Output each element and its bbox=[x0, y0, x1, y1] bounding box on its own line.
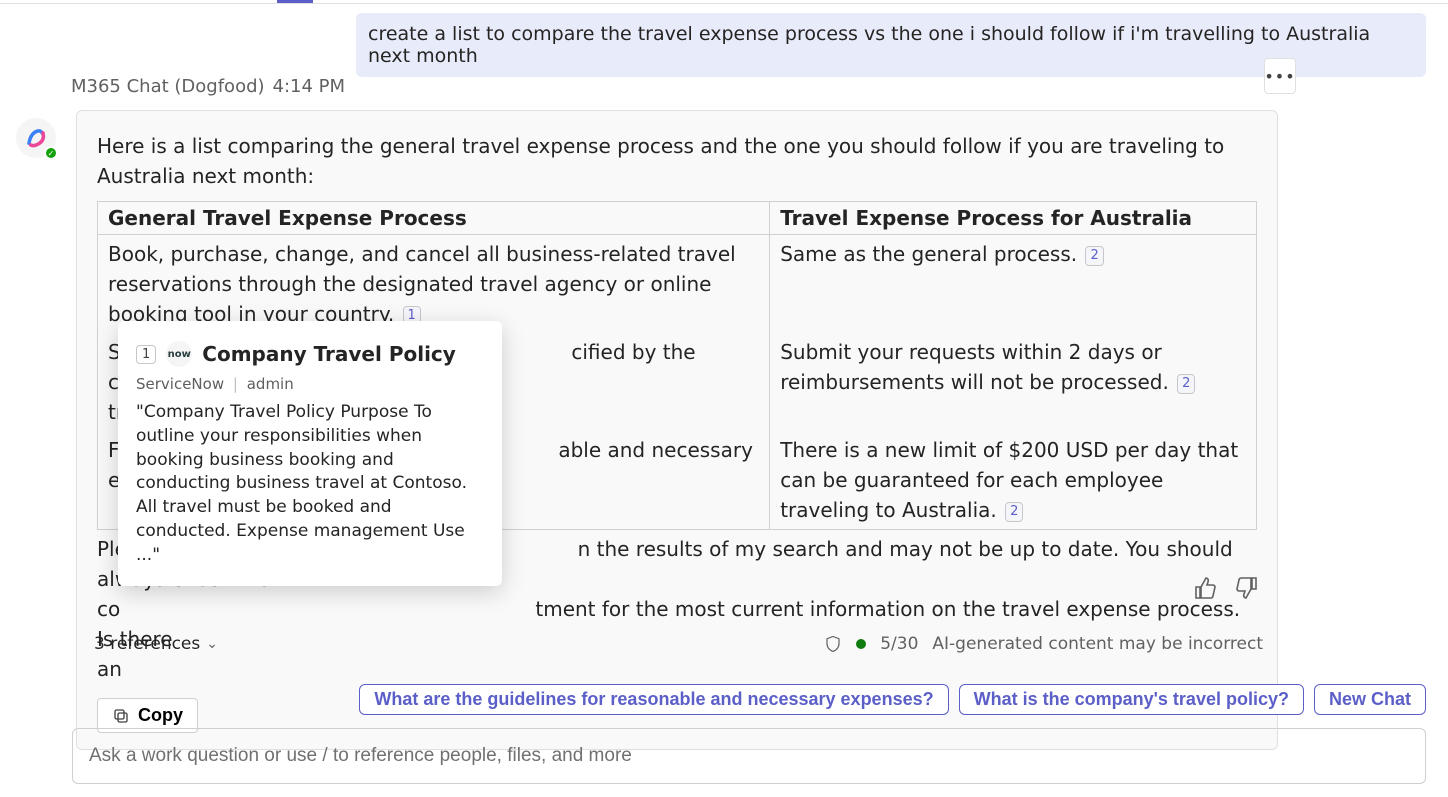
citation-chip[interactable]: 2 bbox=[1005, 502, 1023, 522]
user-message-text: create a list to compare the travel expe… bbox=[368, 23, 1370, 67]
citation-chip[interactable]: 2 bbox=[1177, 374, 1195, 394]
status-dot-icon bbox=[856, 639, 866, 649]
thumbs-down-icon[interactable] bbox=[1234, 576, 1258, 600]
table-header-right: Travel Expense Process for Australia bbox=[770, 202, 1257, 235]
citation-snippet: "Company Travel Policy Purpose To outlin… bbox=[136, 401, 484, 568]
assistant-name: M365 Chat (Dogfood) bbox=[71, 76, 265, 97]
compose-box[interactable] bbox=[72, 728, 1426, 784]
copilot-logo-icon: ✓ bbox=[16, 118, 56, 158]
citation-tooltip-card: 1 now Company Travel Policy ServiceNow |… bbox=[118, 321, 502, 586]
response-intro: Here is a list comparing the general tra… bbox=[97, 131, 1257, 191]
presence-badge: ✓ bbox=[44, 146, 58, 160]
suggestion-chip[interactable]: What is the company's travel policy? bbox=[959, 684, 1304, 715]
table-row: Book, purchase, change, and cancel all b… bbox=[98, 235, 1257, 334]
response-footer: 3 references ⌄ 5/30 AI-generated content… bbox=[94, 634, 1263, 654]
ai-notice: AI-generated content may be incorrect bbox=[932, 634, 1263, 654]
citation-chip[interactable]: 2 bbox=[1085, 246, 1103, 266]
references-label: 3 references bbox=[94, 634, 200, 654]
assistant-time: 4:14 PM bbox=[273, 76, 346, 97]
compose-input[interactable] bbox=[89, 745, 1409, 767]
citation-author: admin bbox=[247, 375, 294, 393]
shield-icon[interactable] bbox=[824, 635, 842, 653]
citation-title[interactable]: Company Travel Policy bbox=[202, 342, 456, 366]
more-actions-button[interactable]: ••• bbox=[1264, 58, 1296, 94]
citation-meta: ServiceNow | admin bbox=[136, 375, 484, 393]
citation-number: 1 bbox=[136, 345, 156, 364]
references-toggle[interactable]: 3 references ⌄ bbox=[94, 634, 218, 654]
top-divider bbox=[0, 3, 1448, 4]
feedback-buttons bbox=[1194, 576, 1258, 600]
table-header-left: General Travel Expense Process bbox=[98, 202, 770, 235]
new-chat-button[interactable]: New Chat bbox=[1314, 684, 1426, 715]
suggestion-row: What are the guidelines for reasonable a… bbox=[76, 684, 1426, 715]
servicenow-logo-icon: now bbox=[166, 341, 192, 367]
assistant-header: M365 Chat (Dogfood) 4:14 PM bbox=[71, 76, 345, 97]
cell-text: Same as the general process. bbox=[780, 242, 1077, 266]
suggestion-chip[interactable]: What are the guidelines for reasonable a… bbox=[359, 684, 948, 715]
cell-text: Submit your requests within 2 days or re… bbox=[780, 340, 1169, 394]
more-dots-icon: ••• bbox=[1264, 67, 1295, 86]
thumbs-up-icon[interactable] bbox=[1194, 576, 1218, 600]
usage-counter: 5/30 bbox=[880, 634, 918, 654]
cell-text-partial: able and necessary bbox=[558, 438, 753, 462]
cell-text: Book, purchase, change, and cancel all b… bbox=[108, 242, 736, 326]
assistant-avatar: ✓ bbox=[16, 118, 58, 160]
citation-source: ServiceNow bbox=[136, 375, 224, 393]
chevron-down-icon: ⌄ bbox=[206, 636, 218, 652]
